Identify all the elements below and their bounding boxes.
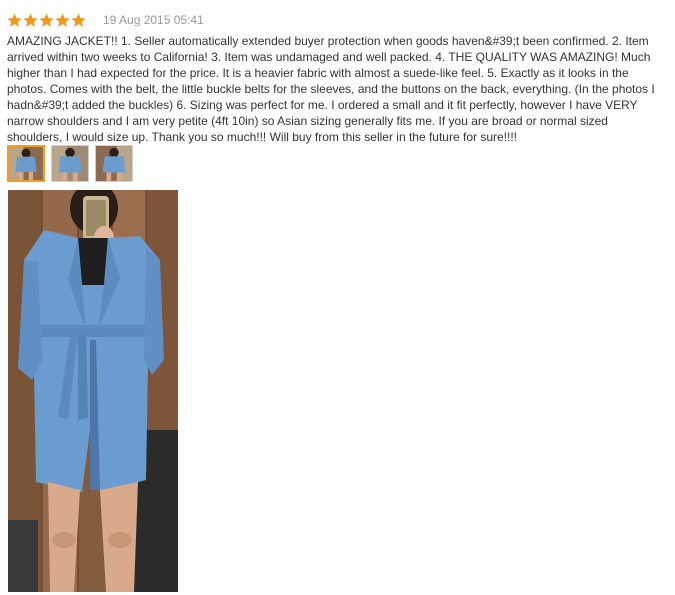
star-icon xyxy=(71,12,86,27)
photo-thumbnail-2[interactable] xyxy=(51,145,89,182)
review-card: 19 Aug 2015 05:41 AMAZING JACKET!! 1. Se… xyxy=(0,0,675,595)
review-photo[interactable] xyxy=(8,190,178,592)
photo-thumbnail-3[interactable] xyxy=(95,145,133,182)
thumbnail-image xyxy=(96,146,132,181)
review-text: AMAZING JACKET!! 1. Seller automatically… xyxy=(7,34,655,144)
star-icon xyxy=(23,12,38,27)
star-icon xyxy=(7,12,22,27)
photo-thumbnail-1[interactable] xyxy=(7,145,45,182)
star-icon xyxy=(55,12,70,27)
jacket-photo-image xyxy=(8,190,178,592)
star-rating xyxy=(7,11,86,29)
thumbnail-image xyxy=(52,146,88,181)
review-date: 19 Aug 2015 05:41 xyxy=(103,13,204,27)
thumbnail-image xyxy=(9,147,43,180)
photo-thumbnails xyxy=(7,145,133,182)
star-icon xyxy=(39,12,54,27)
